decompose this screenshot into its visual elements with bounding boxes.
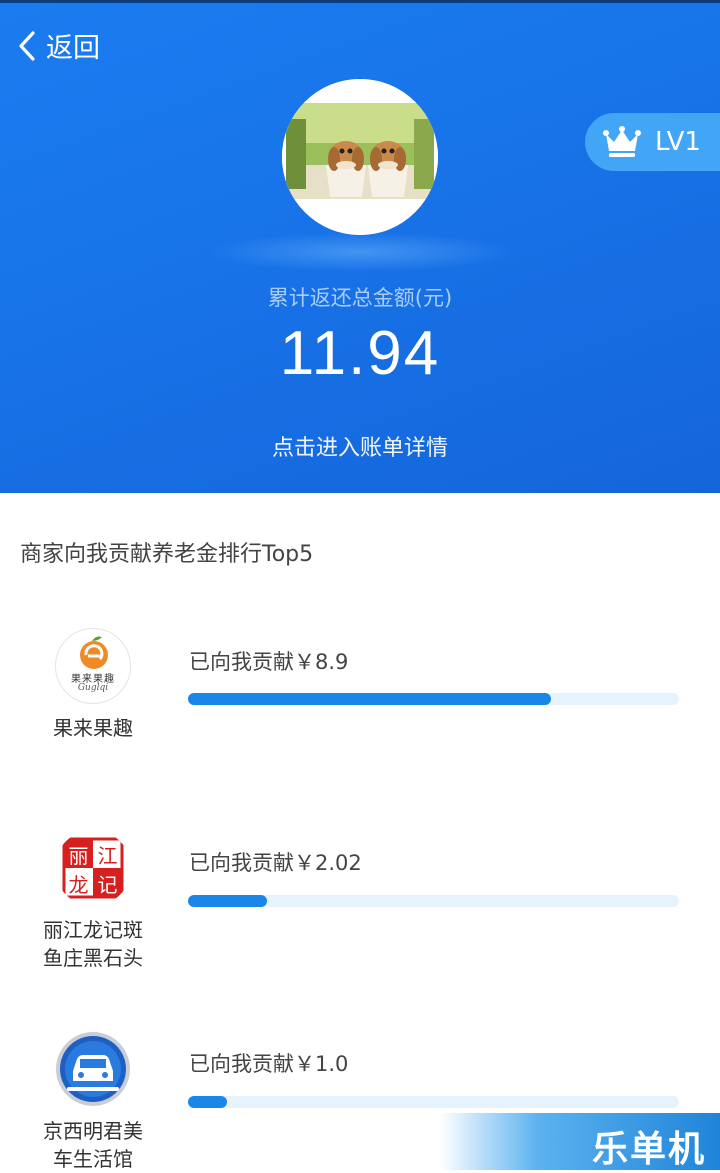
seal-char: 龙 — [68, 873, 89, 897]
progress-fill — [188, 895, 267, 907]
seal-char: 丽 — [68, 844, 89, 868]
seal-char: 江 — [97, 844, 118, 868]
merchant-name-line: 鱼庄黑石头 — [43, 946, 143, 970]
header-banner: 返回 LV1 累计返还总金额(元) 11.94 点击进入账单详情 — [0, 0, 720, 493]
merchant-name-line: 京西明君美 — [43, 1119, 143, 1143]
total-amount-value: 11.94 — [279, 319, 441, 388]
merchant-name-line: 车生活馆 — [53, 1147, 133, 1171]
contribution-amount: 已向我贡献￥2.02 — [189, 851, 362, 875]
status-divider — [0, 0, 720, 3]
contribution-amount: 已向我贡献￥1.0 — [189, 1052, 349, 1076]
seal-char: 记 — [97, 873, 118, 897]
contribution-progress — [188, 895, 679, 907]
level-label: LV1 — [655, 127, 701, 157]
merchant-name-line: 丽江龙记斑 — [43, 918, 143, 942]
logo-subtext: Guglqi — [77, 683, 109, 693]
merchant-logo: 丽 江 龙 记 — [55, 830, 131, 906]
contribution-progress — [188, 1096, 679, 1108]
total-amount-label: 累计返还总金额(元) — [267, 286, 453, 310]
avatar[interactable] — [282, 79, 438, 235]
merchant-logo — [55, 1031, 131, 1107]
merchant-name: 京西明君美 车生活馆 — [20, 1117, 166, 1173]
merchant-logo: 果来果趣 Guglqi — [55, 628, 131, 704]
contribution-progress — [188, 693, 679, 705]
back-label: 返回 — [46, 33, 100, 64]
merchant-name: 果来果趣 — [53, 716, 133, 740]
contribution-amount: 已向我贡献￥8.9 — [189, 650, 349, 674]
merchant-name: 丽江龙记斑 鱼庄黑石头 — [20, 916, 166, 972]
avatar-image — [282, 79, 438, 235]
bill-details-link[interactable]: 点击进入账单详情 — [0, 430, 720, 462]
avatar-glow — [205, 232, 515, 272]
progress-fill — [188, 1096, 228, 1108]
chevron-left-icon — [19, 30, 35, 61]
car-logo-icon — [56, 1032, 130, 1106]
ranking-title: 商家向我贡献养老金排行Top5 — [20, 542, 314, 567]
watermark-text: 乐单机 — [591, 1129, 706, 1170]
back-button[interactable]: 返回 — [16, 26, 100, 65]
watermark: 乐单机 — [440, 1113, 720, 1170]
progress-fill — [188, 693, 552, 705]
crown-icon — [603, 126, 641, 157]
level-badge[interactable]: LV1 — [585, 113, 720, 171]
